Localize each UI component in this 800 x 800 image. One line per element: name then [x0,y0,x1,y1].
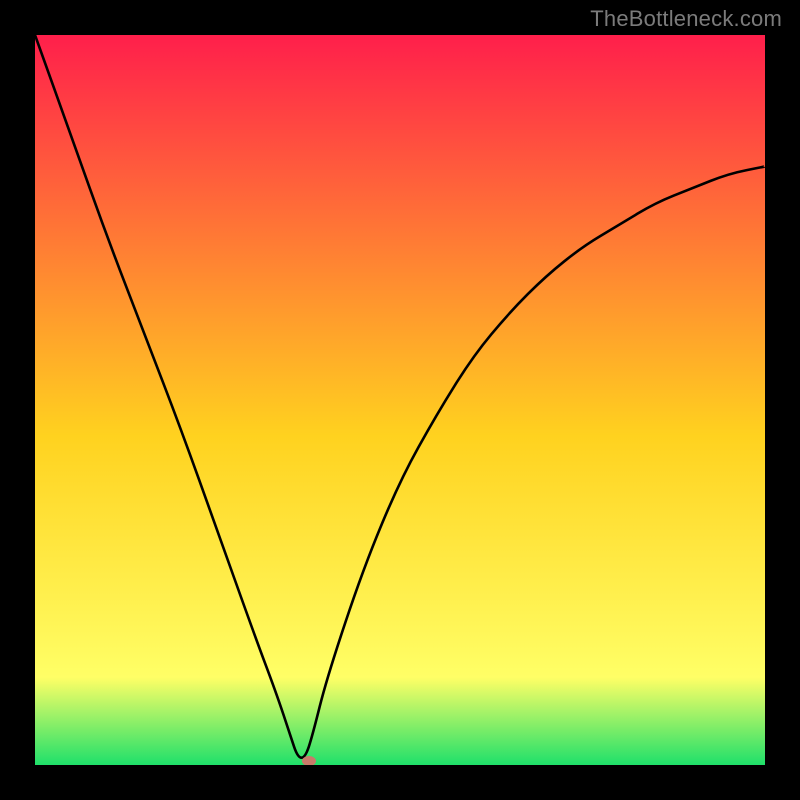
chart-frame: TheBottleneck.com [0,0,800,800]
attribution-label: TheBottleneck.com [590,6,782,32]
bottleneck-curve [35,35,765,758]
plot-area [35,35,765,765]
sweet-spot-marker-icon [302,756,316,765]
curve-layer [35,35,765,765]
